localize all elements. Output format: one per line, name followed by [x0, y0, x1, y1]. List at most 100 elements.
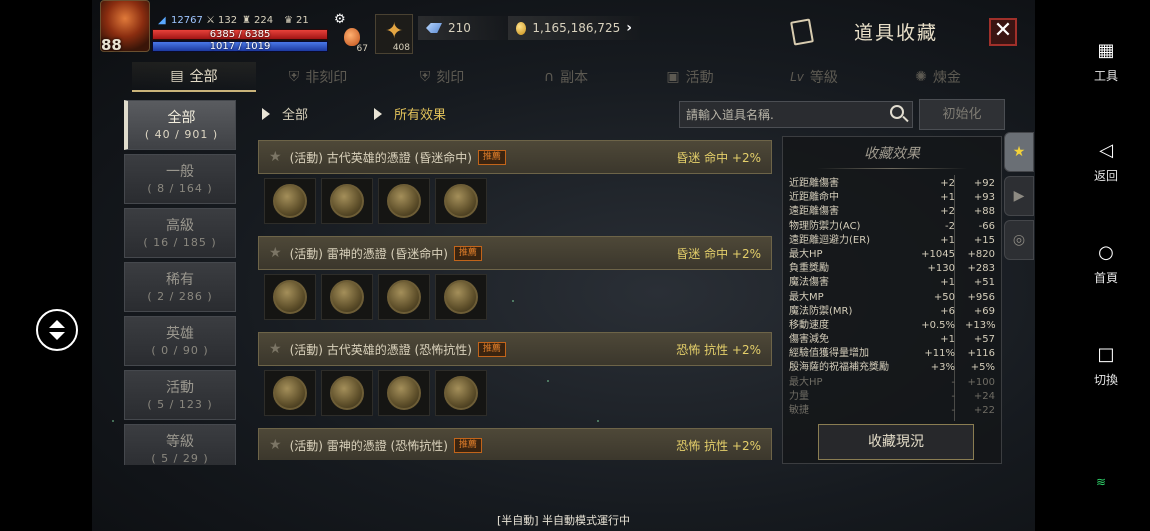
effect-value-total: +15 — [973, 234, 995, 246]
favorite-star-icon[interactable]: ★ — [269, 341, 282, 357]
shield-icon: ⛨ — [419, 69, 431, 85]
collection-effect: 恐怖 抗性 +2% — [676, 342, 761, 357]
category-rare[interactable]: 稀有 ( 2 / 286 ) — [124, 262, 236, 312]
favorite-star-icon[interactable]: ★ — [269, 149, 282, 165]
tab-alchemy[interactable]: ✺ 煉金 — [876, 62, 1000, 92]
top-hud: 88 ◢ 12767 ⚔ 132 ♜ 224 ♛ 21 6385 / 6385 … — [92, 0, 1035, 56]
item-slot[interactable] — [264, 274, 316, 320]
hp-text: 6385 / 6385 — [209, 29, 271, 40]
search-icon[interactable] — [890, 105, 904, 119]
effect-value-total: +956 — [967, 291, 995, 303]
item-slot[interactable] — [321, 178, 373, 224]
medal-icon — [387, 184, 421, 218]
effects-list[interactable]: 近距離傷害 +2 +92 近距離命中 +1 +93 遠距離傷害 +2 +88 物理防禦力(AC) -… — [789, 177, 1001, 421]
effect-value-total: +93 — [973, 192, 995, 204]
item-slot[interactable] — [321, 274, 373, 320]
favorite-star-icon[interactable]: ★ — [269, 245, 282, 261]
item-slot[interactable] — [378, 274, 430, 320]
category-hero[interactable]: 英雄 ( 0 / 90 ) — [124, 316, 236, 366]
collection-status-button[interactable]: 收藏現況 — [818, 424, 974, 460]
medal-icon — [273, 184, 307, 218]
effect-value-current: +130 — [927, 263, 955, 275]
collection-effects-panel: 收藏效果 近距離傷害 +2 +92 近距離命中 +1 +93 遠距離傷害 +2 +88 物理防禦力… — [782, 136, 1002, 464]
play-circle-icon[interactable]: ▶ — [1004, 176, 1034, 216]
category-filter[interactable]: 全部 — [262, 104, 308, 123]
list-item: ★ (活動) 雷神的憑證 (恐怖抗性) 推薦 恐怖 抗性 +2% — [258, 428, 772, 460]
medal-icon — [444, 184, 478, 218]
back-button[interactable]: ◁ 返回 — [1080, 140, 1132, 184]
effect-filter[interactable]: 所有效果 — [374, 104, 446, 123]
book-icon: ▤ — [170, 68, 184, 84]
armor-icon: ♜ — [242, 15, 251, 26]
mp-text: 1017 / 1019 — [209, 41, 271, 52]
play-icon — [262, 107, 270, 120]
reset-button[interactable]: 初始化 — [919, 99, 1005, 130]
effect-value-current: +11% — [924, 348, 955, 360]
recommend-badge: 推薦 — [477, 341, 506, 357]
collection-effect: 恐怖 抗性 +2% — [676, 438, 761, 453]
category-normal[interactable]: 一般 ( 8 / 164 ) — [124, 154, 236, 204]
favorite-star-icon[interactable]: ★ — [1004, 132, 1034, 172]
collection-header[interactable]: ★ (活動) 雷神的憑證 (恐怖抗性) 推薦 恐怖 抗性 +2% — [258, 428, 772, 460]
collection-header[interactable]: ★ (活動) 古代英雄的憑證 (恐怖抗性) 推薦 恐怖 抗性 +2% — [258, 332, 772, 366]
collection-header[interactable]: ★ (活動) 雷神的憑證 (昏迷命中) 推薦 昏迷 命中 +2% — [258, 236, 772, 270]
effect-name: 遠距離傷害 — [789, 206, 839, 218]
effects-title: 收藏效果 — [783, 143, 1001, 169]
item-slot[interactable] — [435, 274, 487, 320]
tab-non-engraved[interactable]: ⛨ 非刻印 — [256, 62, 380, 92]
feather-icon: ✦ — [385, 19, 404, 44]
gear-icon[interactable]: ⚙ — [334, 12, 346, 27]
tab-engraved[interactable]: ⛨ 刻印 — [380, 62, 504, 92]
home-button[interactable]: ○ 首頁 — [1080, 242, 1132, 286]
home-circle-icon: ○ — [1098, 242, 1114, 263]
feather-slot[interactable]: ✦ 408 — [375, 14, 413, 54]
item-slot[interactable] — [264, 178, 316, 224]
category-level[interactable]: 等級 ( 5 / 29 ) — [124, 424, 236, 465]
effect-row: 物理防禦力(AC) -2 -66 — [789, 220, 1001, 234]
collection-effect: 昏迷 命中 +2% — [676, 246, 761, 261]
effect-name: 魔法防禦(MR) — [789, 305, 853, 317]
item-slot[interactable] — [435, 178, 487, 224]
effect-value-total: +88 — [973, 206, 995, 218]
item-slot[interactable] — [378, 370, 430, 416]
tab-dungeon[interactable]: ∩ 副本 — [504, 62, 628, 92]
item-slot[interactable] — [321, 370, 373, 416]
tools-button[interactable]: ▦ 工具 — [1080, 40, 1132, 84]
floating-scroll-control[interactable] — [36, 309, 78, 351]
potion-slot[interactable]: ⚙ 67 — [332, 12, 370, 54]
category-all[interactable]: 全部 ( 40 / 901 ) — [124, 100, 236, 150]
collection-list: ★ (活動) 古代英雄的憑證 (昏迷命中) 推薦 昏迷 命中 +2% ★ (活動… — [258, 140, 772, 460]
effect-value-current: - — [951, 376, 955, 388]
swirl-icon[interactable]: ◎ — [1004, 220, 1034, 260]
effect-row: 力量 - +24 — [789, 390, 1001, 404]
effect-row: 最大MP +50 +956 — [789, 291, 1001, 305]
tab-event[interactable]: ▣ 活動 — [628, 62, 752, 92]
close-button[interactable]: ✕ — [989, 18, 1017, 46]
search-input[interactable] — [679, 101, 913, 128]
switch-button[interactable]: □ 切換 — [1080, 344, 1132, 388]
chevron-up-icon — [49, 320, 65, 328]
tab-all[interactable]: ▤ 全部 — [132, 62, 256, 92]
tab-level[interactable]: Lv 等級 — [752, 62, 876, 92]
effect-value-current: +1 — [940, 234, 955, 246]
recommend-badge: 推薦 — [453, 437, 482, 453]
effect-row: 魔法傷害 +1 +51 — [789, 276, 1001, 290]
effect-row: 遠距離迴避力(ER) +1 +15 — [789, 234, 1001, 248]
gift-icon: ▣ — [666, 69, 680, 85]
back-triangle-icon: ◁ — [1099, 140, 1113, 161]
effect-value-current: +1 — [940, 334, 955, 346]
medal-icon — [444, 376, 478, 410]
category-event[interactable]: 活動 ( 5 / 123 ) — [124, 370, 236, 420]
defense-stat: ♜ 224 — [242, 15, 274, 26]
favorite-star-icon[interactable]: ★ — [269, 437, 282, 453]
power-icon: ◢ — [158, 14, 166, 26]
item-slots — [258, 174, 772, 226]
hp-bar: 6385 / 6385 — [152, 29, 328, 40]
effect-value-total: +283 — [967, 263, 995, 275]
item-slot[interactable] — [378, 178, 430, 224]
collection-header[interactable]: ★ (活動) 古代英雄的憑證 (昏迷命中) 推薦 昏迷 命中 +2% — [258, 140, 772, 174]
item-slot[interactable] — [264, 370, 316, 416]
chevron-right-icon[interactable]: › — [626, 20, 632, 36]
category-advanced[interactable]: 高級 ( 16 / 185 ) — [124, 208, 236, 258]
item-slot[interactable] — [435, 370, 487, 416]
